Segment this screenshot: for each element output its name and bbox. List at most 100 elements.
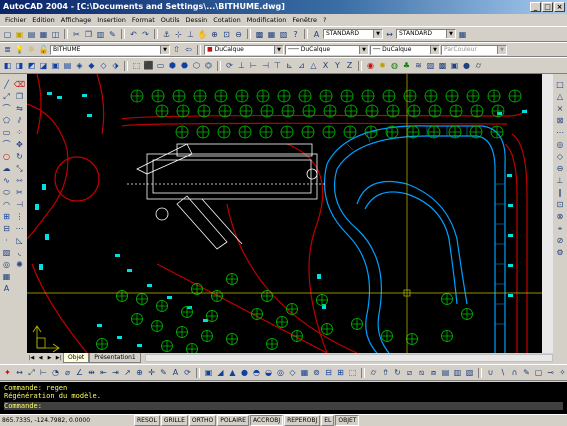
- coordinate-readout[interactable]: 865.7335, -124.7982, 0.0000: [0, 417, 134, 424]
- intersect-icon[interactable]: ∩: [509, 367, 520, 378]
- layer-freeze-icon[interactable]: ☼: [26, 44, 37, 55]
- ucs-face-icon[interactable]: ⊣: [260, 60, 271, 71]
- menu-affichage[interactable]: Affichage: [58, 16, 95, 24]
- snap-perpendicular-icon[interactable]: ⊥: [555, 175, 566, 186]
- spline-icon[interactable]: ∿: [1, 175, 12, 186]
- dim-ordinate-icon[interactable]: ⊢: [38, 367, 49, 378]
- minimize-button[interactable]: _: [530, 2, 541, 12]
- dim-edit-icon[interactable]: ✎: [158, 367, 169, 378]
- text-style-icon[interactable]: A: [311, 29, 322, 40]
- point-draw-icon[interactable]: ✦: [2, 367, 13, 378]
- tab-model[interactable]: Objet: [63, 353, 90, 363]
- tab-layout1[interactable]: Présentation1: [89, 353, 141, 363]
- dome-icon[interactable]: ◓: [251, 367, 262, 378]
- status-model-button[interactable]: OBJET: [335, 414, 360, 426]
- dim-text-edit-icon[interactable]: A: [170, 367, 181, 378]
- wedge-icon[interactable]: ◢: [215, 367, 226, 378]
- snap-insert-icon[interactable]: ⊡: [555, 199, 566, 210]
- scene-icon[interactable]: ▨: [425, 60, 436, 71]
- dim-update-icon[interactable]: ⟳: [182, 367, 193, 378]
- snap-apparent-icon[interactable]: ⊠: [555, 115, 566, 126]
- status-polar-button[interactable]: POLAIRE: [217, 414, 249, 426]
- slice-icon[interactable]: ⧄: [404, 367, 415, 378]
- cut-icon[interactable]: ✂: [71, 29, 82, 40]
- shell-icon[interactable]: ▢: [533, 367, 544, 378]
- zoom-previous-icon[interactable]: ⊖: [233, 29, 244, 40]
- setup-profile-icon[interactable]: ▧: [464, 367, 475, 378]
- menu-cotation[interactable]: Cotation: [210, 16, 244, 24]
- view-right-icon[interactable]: ◪: [38, 60, 49, 71]
- section-icon[interactable]: ⧅: [416, 367, 427, 378]
- shade-3d-icon[interactable]: ⬛: [143, 60, 154, 71]
- status-snap-button[interactable]: RESOL: [134, 414, 160, 426]
- ucs-y-icon[interactable]: Y: [332, 60, 343, 71]
- stretch-icon[interactable]: ⇿: [14, 175, 25, 186]
- solid-cylinder-bottom-icon[interactable]: ⌭: [368, 367, 379, 378]
- move-icon[interactable]: ✥: [14, 139, 25, 150]
- polygon-icon[interactable]: ⬠: [1, 115, 12, 126]
- tab-last-icon[interactable]: ▶|: [54, 354, 63, 363]
- snap-parallel-icon[interactable]: ∥: [555, 187, 566, 198]
- dim-linear-icon[interactable]: ↔: [14, 367, 25, 378]
- box-icon[interactable]: ▣: [203, 367, 214, 378]
- ucs-zaxis-icon[interactable]: ⊿: [296, 60, 307, 71]
- shade-flat-icon[interactable]: ⬢: [167, 60, 178, 71]
- ucs-view-icon[interactable]: ⊤: [272, 60, 283, 71]
- ucs-z-icon[interactable]: Z: [344, 60, 355, 71]
- menu-fichier[interactable]: Fichier: [2, 16, 29, 24]
- save-icon[interactable]: ▤: [26, 29, 37, 40]
- setup-drawing-icon[interactable]: ▤: [440, 367, 451, 378]
- copy-object-icon[interactable]: ❐: [14, 91, 25, 102]
- vertical-scrollbar[interactable]: [542, 74, 553, 353]
- snap-node-icon[interactable]: ⊗: [555, 211, 566, 222]
- sphere-icon[interactable]: ●: [239, 367, 250, 378]
- shade-flat-edges-icon[interactable]: ⬡: [191, 60, 202, 71]
- interfere-icon[interactable]: ⧈: [428, 367, 439, 378]
- extend-icon[interactable]: ⊣: [14, 199, 25, 210]
- design-center-icon[interactable]: ▦: [266, 29, 277, 40]
- match-properties-icon[interactable]: ✎: [107, 29, 118, 40]
- explode-icon[interactable]: ✺: [14, 259, 25, 270]
- tabulated-surface-icon[interactable]: ⊟: [323, 367, 334, 378]
- chamfer-icon[interactable]: ◺: [14, 235, 25, 246]
- clean-icon[interactable]: ✧: [557, 367, 567, 378]
- view-se-iso-icon[interactable]: ◆: [86, 60, 97, 71]
- make-current-icon[interactable]: ⇧: [171, 44, 182, 55]
- setup-view-icon[interactable]: ▥: [452, 367, 463, 378]
- erase-icon[interactable]: ⌫: [14, 79, 25, 90]
- 3d-mesh-icon[interactable]: ▦: [299, 367, 310, 378]
- rectangle-icon[interactable]: ▭: [1, 127, 12, 138]
- snap-tangent-icon[interactable]: ⊖: [555, 163, 566, 174]
- shade-gouraud-edges-icon[interactable]: ⏣: [203, 60, 214, 71]
- fog-icon[interactable]: ≋: [413, 60, 424, 71]
- leader-icon[interactable]: ↗: [122, 367, 133, 378]
- line-icon[interactable]: ╱: [1, 79, 12, 90]
- snap-quadrant-icon[interactable]: ◇: [555, 151, 566, 162]
- 3d-face-icon[interactable]: ◇: [287, 367, 298, 378]
- ucs-object-icon[interactable]: ⊢: [248, 60, 259, 71]
- status-osnap-button[interactable]: ACCROBJ: [249, 414, 284, 426]
- solid-cylinder-icon[interactable]: ⌭: [473, 60, 484, 71]
- revolved-surface-icon[interactable]: ⊚: [311, 367, 322, 378]
- command-prompt[interactable]: Commande:: [4, 402, 563, 410]
- ellipse-arc-icon[interactable]: ◠: [1, 199, 12, 210]
- layer-previous-icon[interactable]: ⇦: [183, 44, 194, 55]
- offset-icon[interactable]: ⫽: [14, 115, 25, 126]
- open-icon[interactable]: ▣: [14, 29, 25, 40]
- torus-icon[interactable]: ◎: [275, 367, 286, 378]
- status-ortho-button[interactable]: ORTHO: [188, 414, 217, 426]
- status-otrack-button[interactable]: REPEROBJ: [284, 414, 321, 426]
- ucs-icon[interactable]: ⊥: [185, 29, 196, 40]
- menu-help[interactable]: ?: [320, 16, 329, 24]
- help-icon[interactable]: ?: [290, 29, 301, 40]
- dim-baseline-icon[interactable]: ⇤: [98, 367, 109, 378]
- snap-endpoint-icon[interactable]: □: [555, 79, 566, 90]
- ruled-surface-icon[interactable]: ⊞: [335, 367, 346, 378]
- layer-select[interactable]: BITHUME ▼: [50, 44, 170, 55]
- snap-intersection-icon[interactable]: ×: [555, 103, 566, 114]
- view-back-icon[interactable]: ▤: [62, 60, 73, 71]
- insert-block-icon[interactable]: ⊞: [1, 211, 12, 222]
- dim-style-icon[interactable]: ↔: [384, 29, 395, 40]
- dim-radius-icon[interactable]: ◔: [50, 367, 61, 378]
- view-sw-iso-icon[interactable]: ◈: [74, 60, 85, 71]
